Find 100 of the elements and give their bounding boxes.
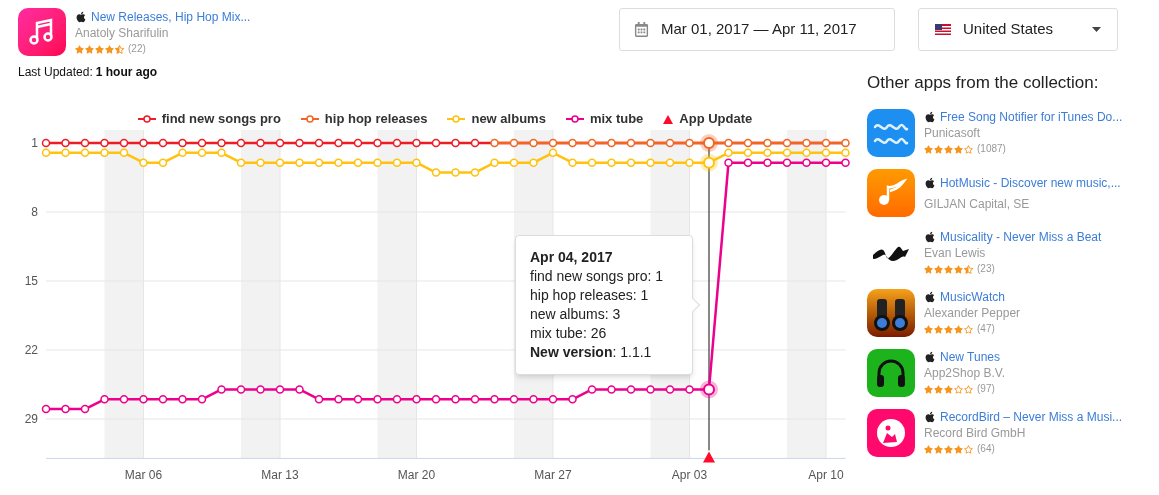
music-note-icon bbox=[867, 169, 915, 217]
chart-point bbox=[626, 158, 636, 167]
app-update-marker bbox=[703, 451, 715, 463]
chart-point bbox=[217, 385, 226, 394]
chart-point bbox=[236, 158, 246, 167]
apple-icon bbox=[924, 176, 936, 189]
chart-point bbox=[412, 158, 421, 167]
tooltip-title: Apr 04, 2017 bbox=[530, 248, 614, 267]
chart-point bbox=[275, 138, 285, 148]
music-note-icon bbox=[18, 8, 66, 56]
app-title-link[interactable]: Musicality - Never Miss a Beat bbox=[940, 229, 1102, 245]
star-icon bbox=[105, 44, 114, 54]
chart-point bbox=[685, 385, 694, 394]
chart-point bbox=[275, 385, 285, 394]
chart-point bbox=[61, 138, 70, 148]
star-icon bbox=[964, 324, 973, 334]
app-title-link[interactable]: New Tunes bbox=[940, 349, 1001, 365]
star-icon bbox=[954, 144, 963, 154]
chart-point bbox=[763, 158, 772, 167]
app-title-link[interactable]: New Releases, Hip Hop Mix... bbox=[91, 9, 251, 25]
chart-point bbox=[119, 148, 129, 158]
chart-point bbox=[373, 395, 382, 404]
app-title-link[interactable]: RecordBird – Never Miss a Musi... bbox=[940, 409, 1123, 425]
chart-point bbox=[100, 148, 109, 158]
sidebar-title: Other apps from the collection: bbox=[867, 72, 1100, 94]
legend-label[interactable]: hip hop releases bbox=[324, 109, 428, 129]
star-icon bbox=[924, 384, 933, 394]
x-axis-label: Mar 13 bbox=[261, 468, 299, 483]
app-title-link[interactable]: HotMusic - Discover new music,... bbox=[940, 174, 1121, 191]
rating-count: (64) bbox=[977, 442, 995, 456]
chart-point bbox=[392, 158, 402, 167]
date-range-picker[interactable]: Mar 01, 2017 — Apr 11, 2017 bbox=[619, 8, 895, 51]
chart-point bbox=[295, 385, 304, 394]
country-dropdown[interactable]: United States bbox=[918, 8, 1118, 51]
headphones-icon bbox=[867, 349, 915, 397]
chart-point bbox=[178, 138, 187, 148]
legend-label[interactable]: find new songs pro bbox=[161, 109, 281, 129]
chart-point bbox=[548, 395, 558, 404]
rating-count: (97) bbox=[977, 382, 995, 396]
rating-count: (23) bbox=[977, 262, 995, 276]
legend-label[interactable]: new albums bbox=[471, 109, 546, 129]
caret-icon bbox=[1092, 27, 1101, 32]
legend-label[interactable]: mix tube bbox=[589, 109, 644, 129]
chart-point bbox=[782, 148, 792, 158]
chart-point bbox=[665, 158, 675, 167]
star-icon bbox=[954, 264, 963, 274]
x-axis-label: Apr 10 bbox=[808, 468, 844, 483]
chart-point bbox=[139, 395, 148, 404]
chart-point bbox=[119, 395, 129, 404]
highlighted-point bbox=[700, 153, 718, 172]
chart-point bbox=[256, 138, 265, 148]
chart-point bbox=[412, 138, 421, 148]
chart-point bbox=[490, 395, 499, 404]
chart-point bbox=[646, 385, 655, 394]
chart-point bbox=[821, 148, 831, 158]
star-icon bbox=[115, 44, 124, 54]
chart-point bbox=[685, 138, 694, 148]
x-axis-label: Mar 27 bbox=[534, 468, 572, 483]
tooltip-line: hip hop releases: 1 bbox=[530, 286, 650, 305]
chart-point bbox=[587, 158, 597, 167]
developer-name: App2Shop B.V. bbox=[924, 365, 1005, 381]
chart-point bbox=[607, 138, 616, 148]
x-axis-label: Apr 03 bbox=[671, 468, 708, 483]
apple-icon bbox=[924, 111, 936, 123]
chart-point bbox=[236, 385, 246, 394]
app-title-link[interactable]: MusicWatch bbox=[940, 289, 1005, 305]
chart-point bbox=[334, 395, 343, 404]
chart-point bbox=[548, 138, 558, 148]
chart-point bbox=[451, 138, 460, 148]
chart-point bbox=[100, 395, 109, 404]
chart-point bbox=[314, 158, 324, 167]
y-axis-label: 1 bbox=[31, 136, 38, 150]
chart-point bbox=[470, 138, 480, 148]
chart-point bbox=[568, 138, 577, 148]
chart-point bbox=[61, 148, 70, 158]
last-updated-value: 1 hour ago bbox=[95, 64, 158, 81]
y-axis-label: 15 bbox=[24, 274, 38, 288]
star-icon bbox=[944, 264, 953, 274]
chart-point bbox=[509, 158, 519, 167]
chart-point bbox=[100, 138, 109, 148]
chart-point bbox=[295, 138, 304, 148]
star-icon bbox=[944, 444, 953, 454]
highlighted-point bbox=[700, 380, 718, 399]
chart-point bbox=[431, 395, 441, 404]
app-title-link[interactable]: Free Song Notifier for iTunes Do... bbox=[940, 109, 1123, 125]
star-icon bbox=[95, 44, 104, 54]
legend-label[interactable]: App Update bbox=[679, 109, 753, 129]
y-axis-label: 22 bbox=[24, 343, 38, 357]
chart-point bbox=[197, 138, 207, 148]
chart-point bbox=[197, 148, 207, 158]
developer-name: Punicasoft bbox=[924, 125, 982, 141]
binoculars-icon bbox=[867, 289, 915, 337]
chart-point bbox=[41, 148, 51, 158]
chart-point bbox=[178, 148, 187, 158]
chart-point bbox=[431, 138, 441, 148]
chart-point bbox=[158, 395, 168, 404]
chart-point bbox=[763, 138, 772, 148]
chart-point bbox=[178, 395, 187, 404]
chart-point bbox=[353, 395, 363, 404]
star-icon bbox=[954, 324, 963, 334]
